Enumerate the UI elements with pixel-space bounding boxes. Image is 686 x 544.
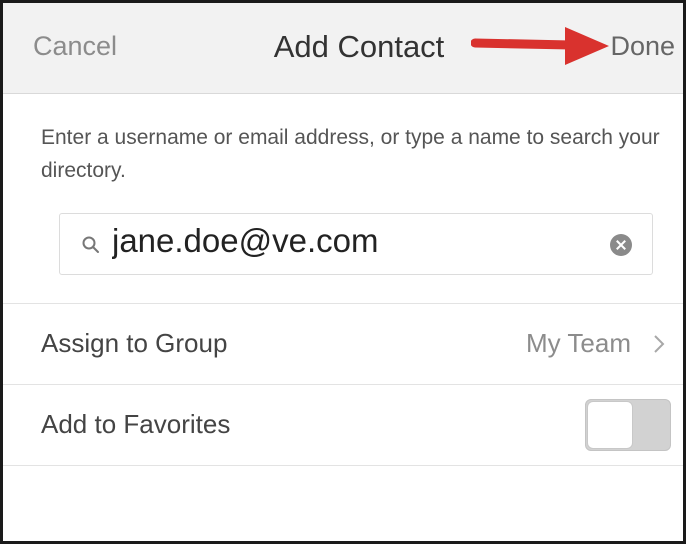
search-icon [82,236,99,253]
add-to-favorites-label: Add to Favorites [41,409,231,439]
favorites-toggle[interactable] [585,399,671,451]
annotation-arrow-icon [471,27,609,65]
instructions-text: Enter a username or email address, or ty… [41,126,660,182]
add-to-favorites-row: Add to Favorites [3,385,683,465]
assign-to-group-row[interactable]: Assign to Group My Team [3,304,683,384]
chevron-right-icon [654,335,665,353]
toggle-knob [587,401,633,449]
clear-icon[interactable] [610,234,632,256]
navigation-bar: Cancel Add Contact Done [3,3,683,94]
divider [3,465,683,466]
app-window: Cancel Add Contact Done Enter a username… [0,0,686,544]
assign-to-group-label: Assign to Group [41,328,228,358]
group-value: My Team [526,328,631,358]
search-input[interactable] [112,222,592,260]
search-field[interactable] [59,213,653,275]
done-button[interactable]: Done [610,31,675,62]
